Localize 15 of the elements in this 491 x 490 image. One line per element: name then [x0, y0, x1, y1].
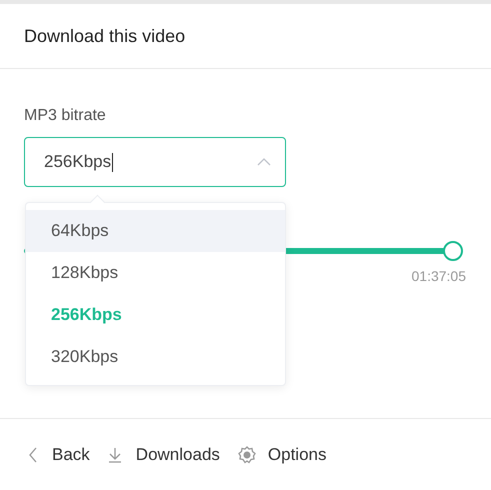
chevron-left-icon [28, 446, 38, 462]
end-time: 01:37:05 [412, 268, 466, 284]
bitrate-select[interactable]: 256Kbps [24, 137, 286, 187]
field-label: MP3 bitrate [24, 107, 106, 125]
options-button[interactable]: Options [238, 444, 326, 464]
chevron-icon [257, 158, 271, 166]
dialog-title: Download this video [24, 26, 186, 46]
back-button[interactable]: Back [28, 444, 90, 464]
gear-icon [238, 446, 256, 464]
downloads-button[interactable]: Downloads [108, 444, 220, 464]
download-icon [108, 446, 122, 462]
dropdown-option[interactable]: 320Kbps [26, 336, 285, 378]
slider-thumb[interactable] [443, 241, 463, 261]
dropdown-option[interactable]: 128Kbps [26, 252, 285, 294]
dropdown-option[interactable]: 64Kbps [26, 210, 285, 252]
